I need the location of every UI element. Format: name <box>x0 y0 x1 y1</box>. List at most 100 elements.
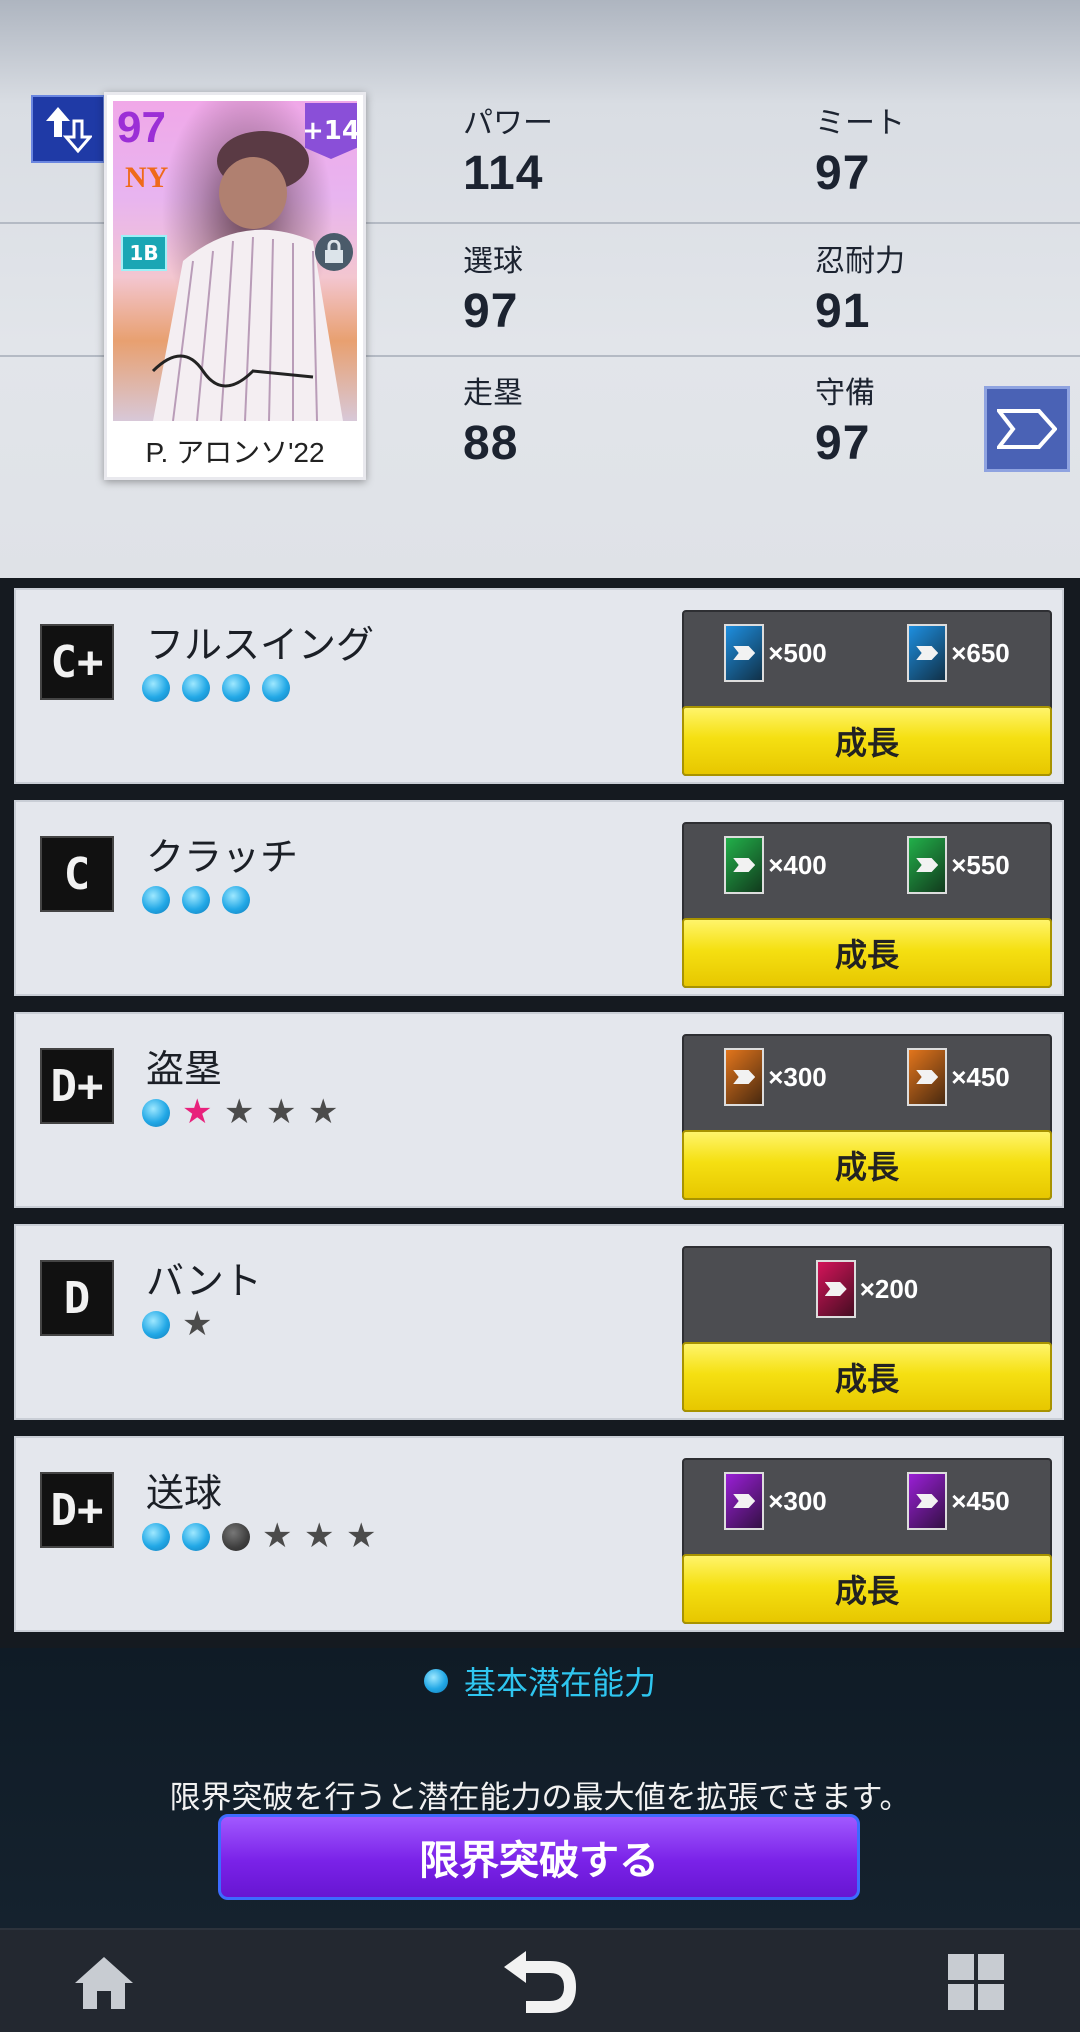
potential-indicators: ★ <box>142 1304 213 1344</box>
potential-dot-icon <box>142 1099 170 1127</box>
skill-grade: D+ <box>40 1048 114 1124</box>
potential-dot-icon <box>142 886 170 914</box>
cost-quantity: ×400 <box>768 849 827 880</box>
cost-list: ×200 <box>684 1256 1050 1322</box>
lock-icon <box>315 233 353 271</box>
legend: 基本潜在能力 <box>0 1658 1080 1704</box>
position-badge: 1B <box>121 235 167 271</box>
chevron-right-icon <box>997 409 1057 449</box>
swap-icon <box>46 107 92 154</box>
stat-power: パワー 114 <box>463 98 553 201</box>
potential-indicators <box>142 674 290 702</box>
swap-player-button[interactable] <box>31 95 105 163</box>
potential-dot-icon <box>142 1523 170 1551</box>
potential-dot-icon <box>182 674 210 702</box>
star-icon: ★ <box>182 1304 213 1344</box>
cost-list: ×300 ×450 <box>684 1044 1050 1110</box>
ticket-icon <box>907 1048 948 1106</box>
player-card[interactable]: 97 +14 NY 1B P. アロンソ'22 <box>104 92 366 480</box>
cost-item: ×300 <box>724 1472 827 1530</box>
ticket-icon <box>724 624 765 682</box>
stat-defense: 守備 97 <box>815 368 875 471</box>
grow-button[interactable]: 成長 <box>682 706 1052 776</box>
skill-row: D+ 盗塁 ★ ★ ★ ★ ×300 ×450 成長 <box>14 1012 1064 1208</box>
star-icon: ★ <box>224 1092 255 1132</box>
ticket-icon <box>724 1048 765 1106</box>
menu-button[interactable] <box>926 1942 1026 2022</box>
ticket-icon <box>907 624 948 682</box>
limit-break-button[interactable]: 限界突破する <box>218 1814 860 1900</box>
cost-list: ×400 ×550 <box>684 832 1050 898</box>
skill-grade: C <box>40 836 114 912</box>
stat-label: 忍耐力 <box>815 244 905 279</box>
grow-button[interactable]: 成長 <box>682 1554 1052 1624</box>
ticket-icon <box>907 1472 948 1530</box>
stat-label: 守備 <box>815 376 875 411</box>
cost-quantity: ×500 <box>768 637 827 668</box>
stat-label: 走塁 <box>463 376 523 411</box>
cost-item: ×200 <box>815 1260 919 1318</box>
stat-value: 91 <box>815 285 871 338</box>
skill-row: C+ フルスイング ×500 ×650 成長 <box>14 588 1064 784</box>
star-icon: ★ <box>262 1516 293 1556</box>
skill-grade: D <box>40 1260 114 1336</box>
skill-name: 盗塁 <box>146 1047 223 1091</box>
potential-dot-icon <box>142 674 170 702</box>
limit-break-info: 限界突破を行うと潜在能力の最大値を拡張できます。 <box>169 1780 911 1816</box>
cost-quantity: ×650 <box>951 637 1010 668</box>
stat-label: 選球 <box>463 244 523 279</box>
ticket-icon <box>907 836 948 894</box>
star-icon: ★ <box>266 1092 297 1132</box>
stat-label: パワー <box>463 106 553 141</box>
pink-star-icon: ★ <box>182 1092 213 1132</box>
back-button[interactable] <box>490 1942 590 2022</box>
cost-box: ×200 成長 <box>682 1246 1052 1412</box>
cost-quantity: ×550 <box>951 849 1010 880</box>
legend-label: 基本潜在能力 <box>463 1664 656 1702</box>
skill-row: C クラッチ ×400 ×550 成長 <box>14 800 1064 996</box>
potential-indicators: ★ ★ ★ <box>142 1516 377 1556</box>
cost-quantity: ×300 <box>768 1061 827 1092</box>
cost-item: ×650 <box>907 624 1010 682</box>
skill-grade: D+ <box>40 1472 114 1548</box>
stat-patience: 忍耐力 91 <box>815 236 905 339</box>
star-icon: ★ <box>308 1092 339 1132</box>
stat-baserunning: 走塁 88 <box>463 368 523 471</box>
next-page-button[interactable] <box>984 386 1070 472</box>
potential-dot-icon <box>182 1523 210 1551</box>
limit-break-panel: 基本潜在能力 限界突破を行うと潜在能力の最大値を拡張できます。 限界突破する <box>0 1648 1080 1928</box>
boost-badge: +14 <box>305 103 357 159</box>
cost-box: ×500 ×650 成長 <box>682 610 1052 776</box>
cost-box: ×300 ×450 成長 <box>682 1458 1052 1624</box>
cost-box: ×400 ×550 成長 <box>682 822 1052 988</box>
cost-item: ×450 <box>907 1472 1010 1530</box>
stat-value: 114 <box>463 147 544 200</box>
cost-item: ×300 <box>724 1048 827 1106</box>
potential-dot-icon <box>222 886 250 914</box>
potential-dot-icon <box>142 1311 170 1339</box>
potential-dot-icon <box>262 674 290 702</box>
cost-quantity: ×450 <box>951 1061 1010 1092</box>
stat-value: 97 <box>815 147 871 200</box>
grow-button[interactable]: 成長 <box>682 1342 1052 1412</box>
skill-grade: C+ <box>40 624 114 700</box>
stat-label: ミート <box>815 106 905 141</box>
potential-indicators: ★ ★ ★ ★ <box>142 1092 339 1132</box>
potential-dot-icon <box>222 674 250 702</box>
player-header: 97 +14 NY 1B P. アロンソ'22 パワー 114 ミート 97 選… <box>0 0 1080 578</box>
cost-box: ×300 ×450 成長 <box>682 1034 1052 1200</box>
cost-list: ×500 ×650 <box>684 620 1050 686</box>
grid-icon <box>948 1954 1004 2010</box>
cost-quantity: ×450 <box>951 1485 1010 1516</box>
potential-dot-icon <box>182 886 210 914</box>
player-name: P. アロンソ'22 <box>145 437 325 468</box>
bottom-nav <box>0 1928 1080 2032</box>
skill-name: バント <box>146 1259 262 1303</box>
cost-quantity: ×200 <box>859 1273 919 1304</box>
star-icon: ★ <box>346 1516 377 1556</box>
potential-indicators <box>142 886 250 914</box>
home-button[interactable] <box>54 1942 154 2022</box>
grow-button[interactable]: 成長 <box>682 918 1052 988</box>
grow-button[interactable]: 成長 <box>682 1130 1052 1200</box>
stat-value: 97 <box>815 417 871 470</box>
